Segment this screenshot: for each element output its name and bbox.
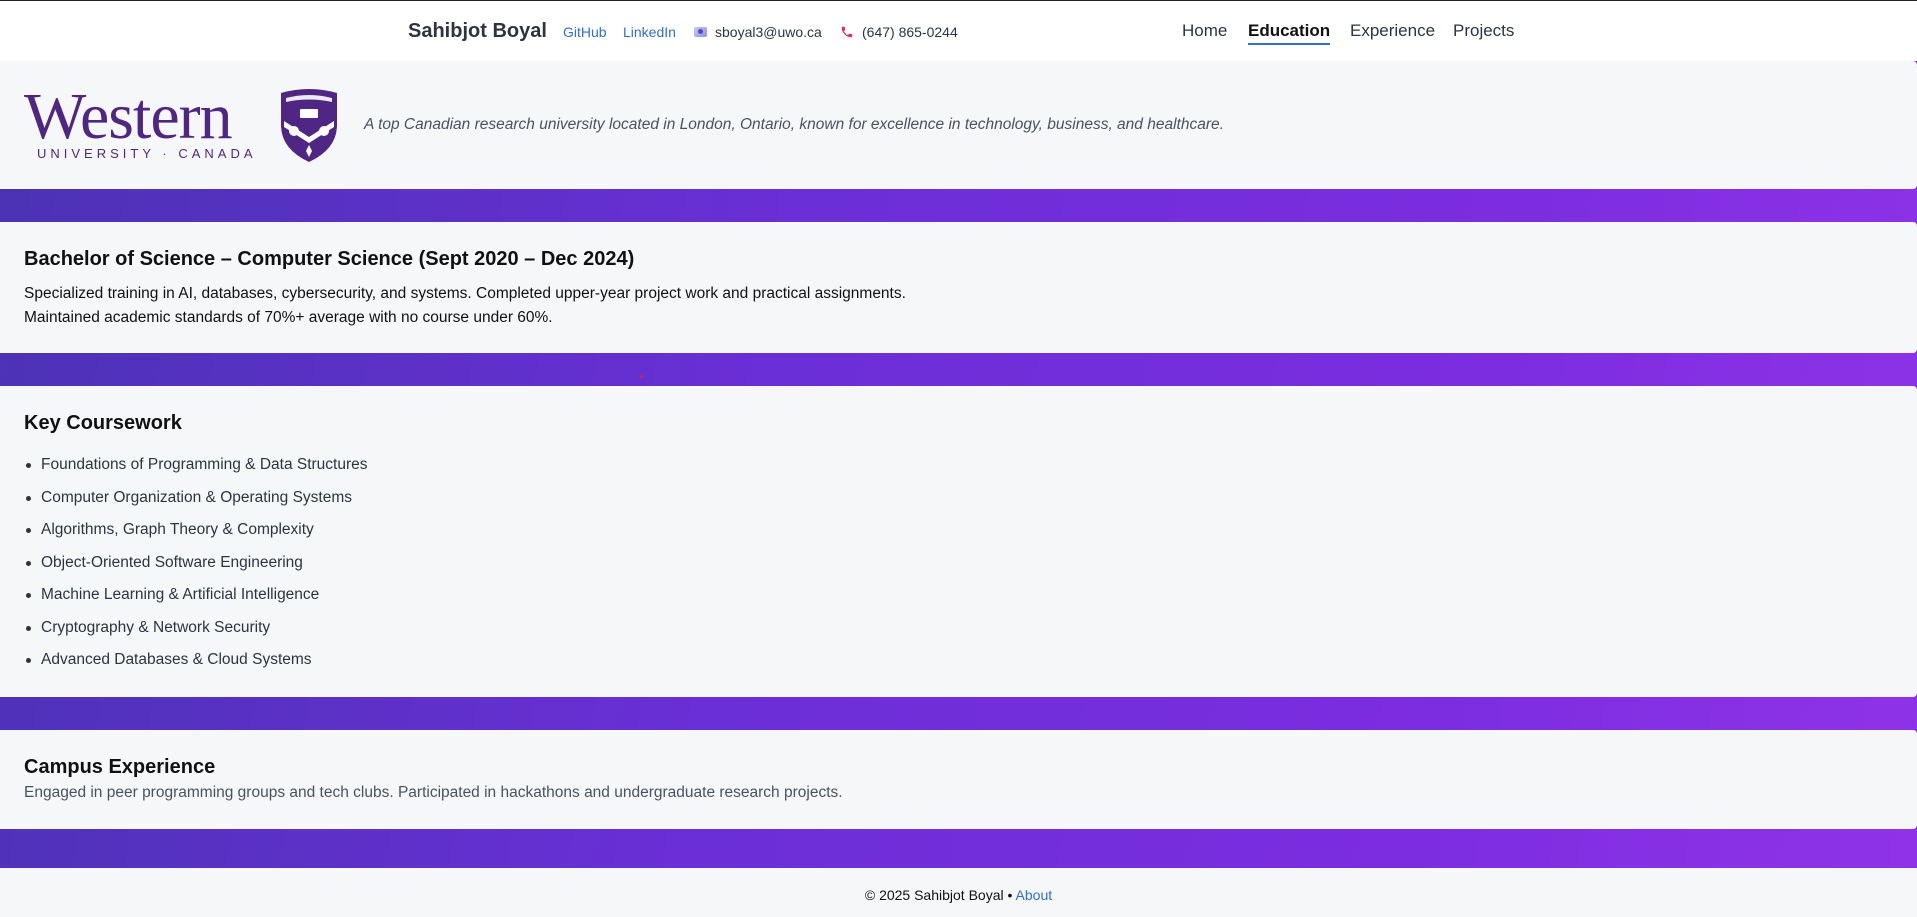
- email-text: sboyal3@uwo.ca: [715, 24, 822, 40]
- site-brand[interactable]: Sahibjot Boyal: [408, 20, 547, 43]
- email-icon: [694, 27, 707, 37]
- about-link[interactable]: About: [1016, 887, 1053, 903]
- nav-projects[interactable]: Projects: [1453, 21, 1514, 41]
- bullet-icon: [26, 528, 31, 533]
- list-item: Algorithms, Graph Theory & Complexity: [24, 521, 368, 554]
- top-navbar: Sahibjot Boyal GitHub LinkedIn sboyal3@u…: [0, 0, 1917, 61]
- github-link[interactable]: GitHub: [563, 24, 607, 40]
- nav-education[interactable]: Education: [1248, 21, 1331, 45]
- university-crest-icon: [281, 89, 337, 162]
- list-item: Machine Learning & Artificial Intelligen…: [24, 586, 368, 619]
- list-item: Foundations of Programming & Data Struct…: [24, 456, 368, 489]
- bullet-icon: [26, 463, 31, 468]
- nav-home[interactable]: Home: [1182, 21, 1227, 41]
- list-item: Object-Oriented Software Engineering: [24, 554, 368, 587]
- campus-title: Campus Experience: [24, 756, 216, 778]
- copyright-text: © 2025 Sahibjot Boyal •: [864, 887, 1013, 903]
- phone-contact[interactable]: (647) 865-0244: [840, 24, 958, 40]
- phone-text: (647) 865-0244: [862, 24, 958, 40]
- linkedin-link[interactable]: LinkedIn: [623, 24, 676, 40]
- email-contact[interactable]: sboyal3@uwo.ca: [694, 24, 822, 40]
- degree-card: Bachelor of Science – Computer Science (…: [0, 222, 1917, 353]
- degree-title: Bachelor of Science – Computer Science (…: [24, 248, 635, 270]
- campus-experience-card: Campus Experience Engaged in peer progra…: [0, 730, 1917, 829]
- bullet-icon: [26, 658, 31, 663]
- list-item: Computer Organization & Operating System…: [24, 489, 368, 522]
- degree-standards: Maintained academic standards of 70%+ av…: [24, 309, 553, 326]
- bullet-icon: [26, 495, 31, 501]
- university-header-card: Western UNIVERSITY · CANADA A top Canadi…: [0, 61, 1917, 189]
- phone-icon: [841, 26, 853, 38]
- bullet-icon: [26, 625, 31, 631]
- logo-wordmark: Western: [24, 80, 233, 153]
- logo-subtitle: UNIVERSITY · CANADA: [37, 146, 257, 161]
- university-tagline: A top Canadian research university locat…: [364, 116, 1224, 133]
- page-footer: © 2025 Sahibjot Boyal • About: [0, 868, 1917, 917]
- list-item: Cryptography & Network Security: [24, 619, 368, 652]
- list-item: Advanced Databases & Cloud Systems: [24, 651, 368, 684]
- coursework-list: Foundations of Programming & Data Struct…: [24, 456, 368, 684]
- western-logo: Western UNIVERSITY · CANADA: [24, 80, 342, 165]
- decorative-dot: [640, 375, 643, 378]
- coursework-card: Key Coursework Foundations of Programmin…: [0, 386, 1917, 697]
- coursework-title: Key Coursework: [24, 412, 182, 434]
- degree-description: Specialized training in AI, databases, c…: [24, 285, 906, 302]
- nav-experience[interactable]: Experience: [1350, 21, 1435, 41]
- bullet-icon: [26, 560, 31, 566]
- bullet-icon: [26, 593, 31, 598]
- campus-description: Engaged in peer programming groups and t…: [24, 784, 843, 801]
